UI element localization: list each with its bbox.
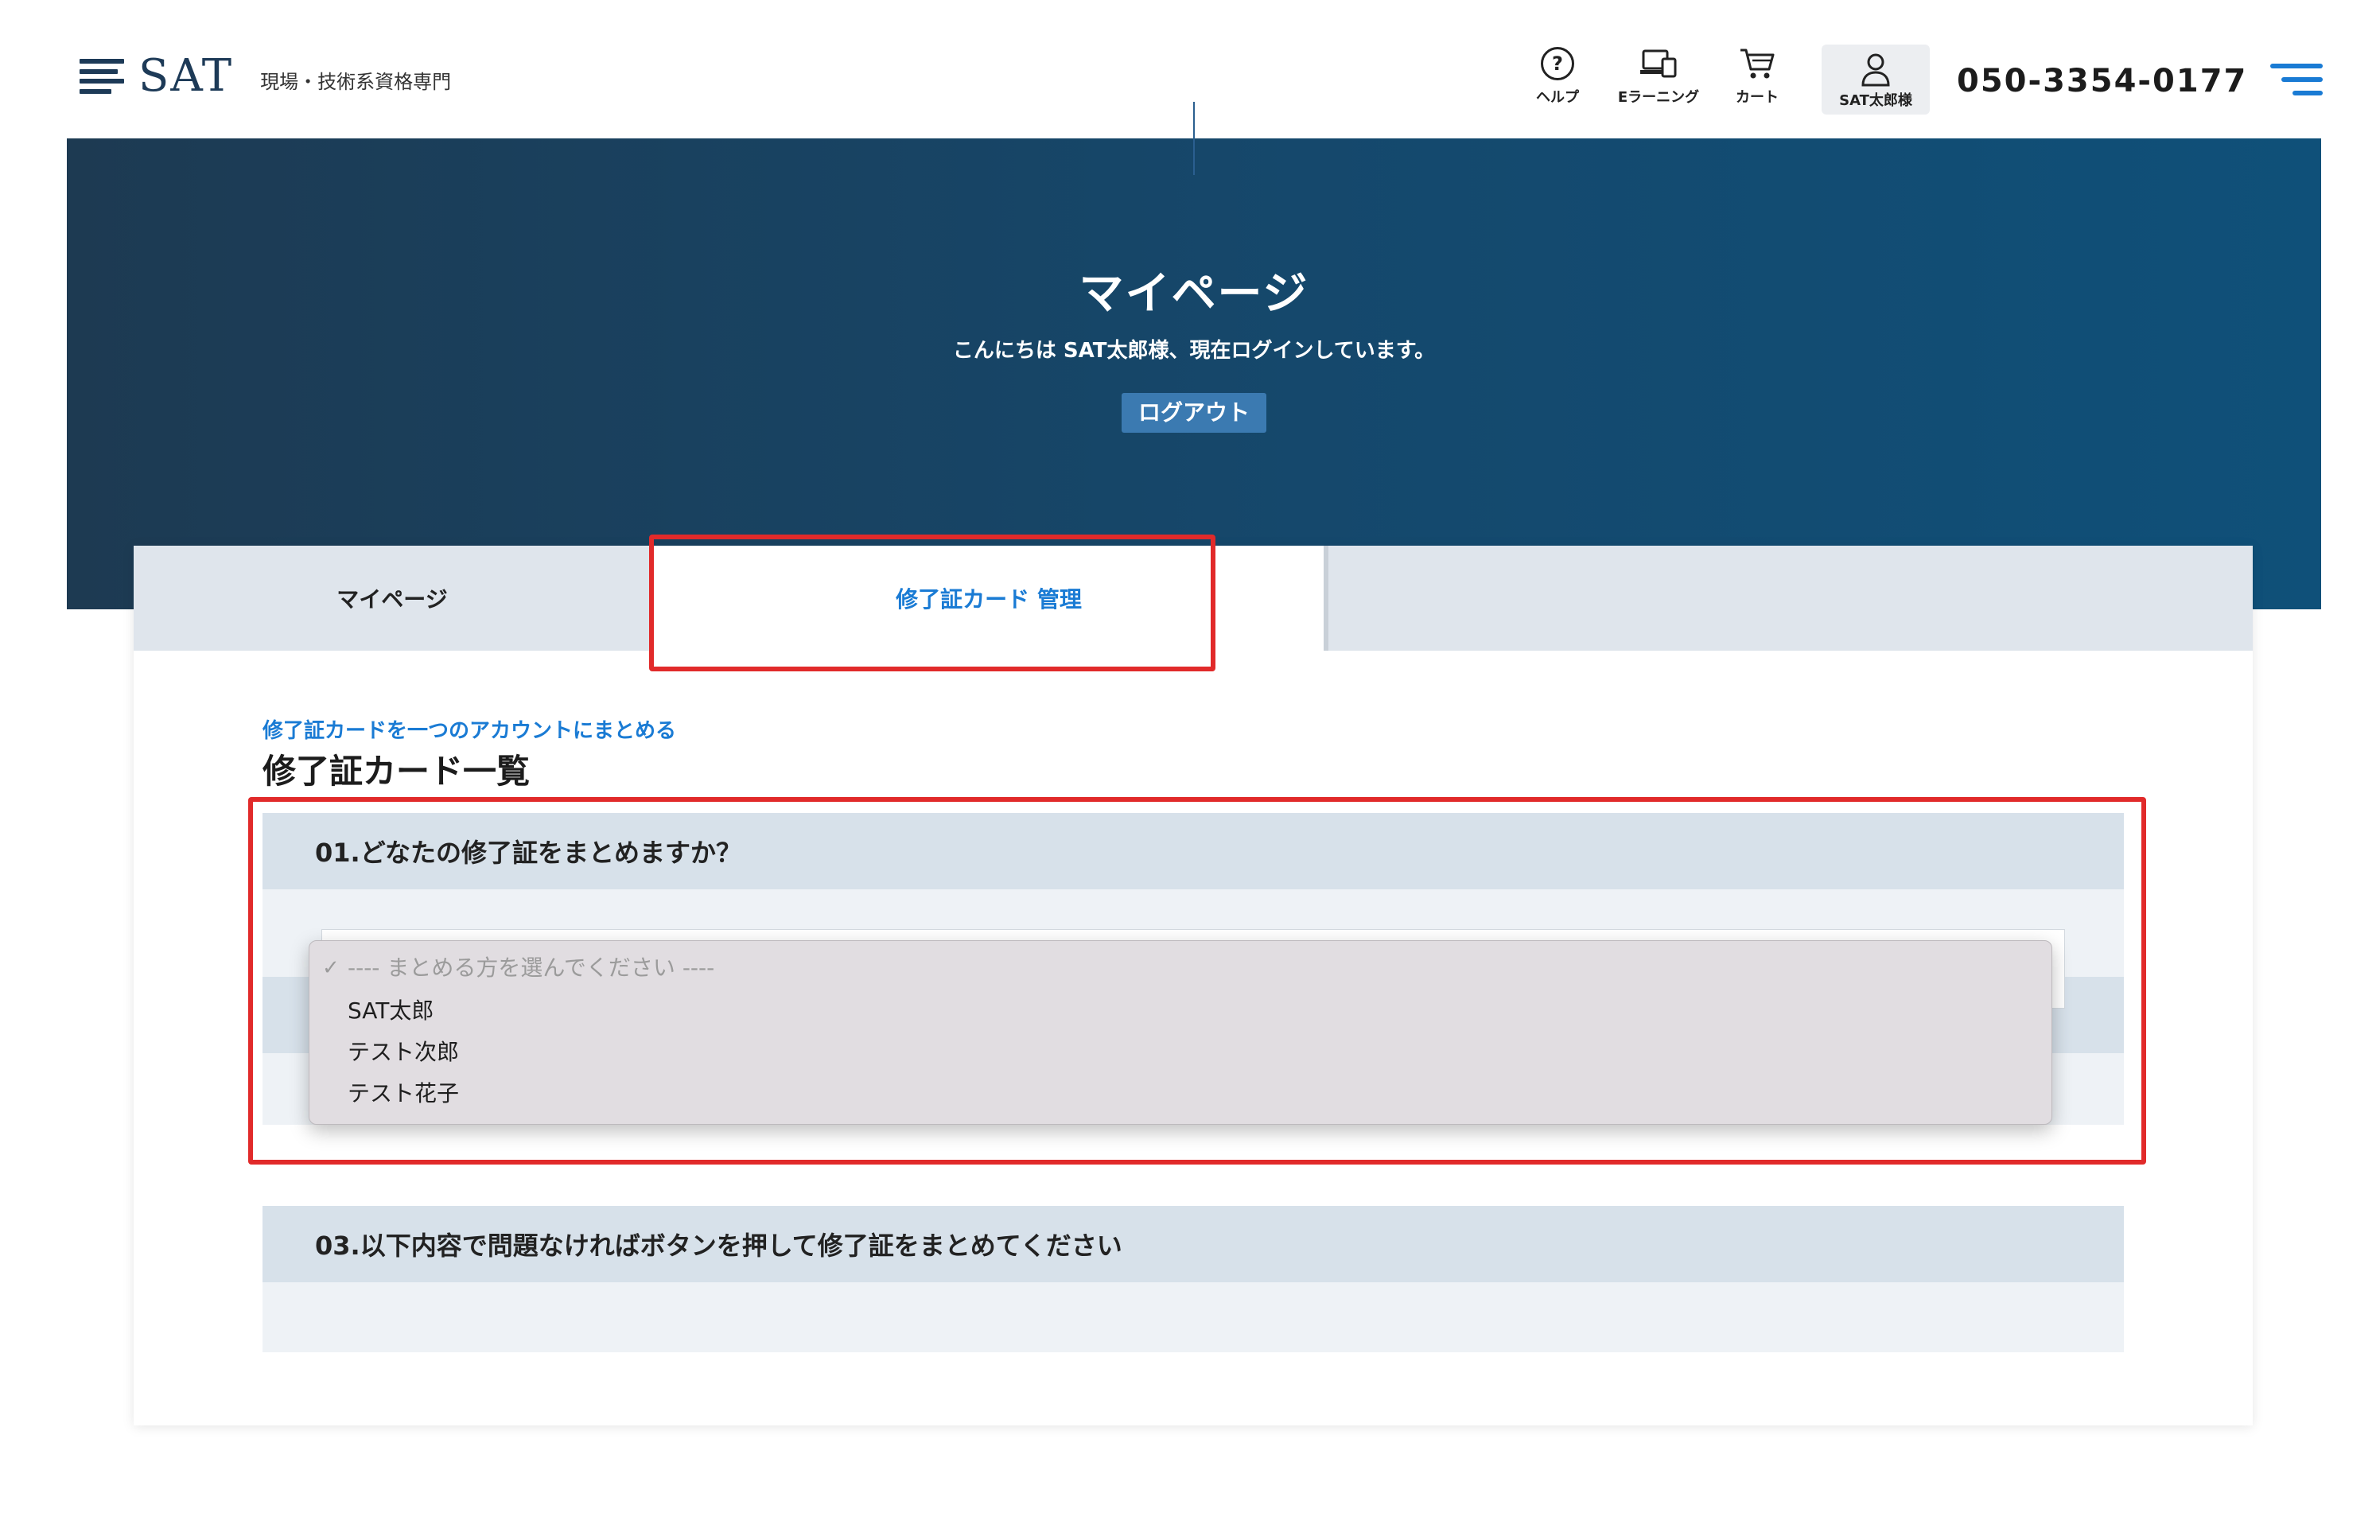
phone-number[interactable]: 050-3354-0177 (1957, 62, 2247, 100)
hero-banner: マイページ こんにちは SAT太郎様、現在ログインしています。 ログアウト (67, 138, 2321, 609)
cart-label: カート (1736, 89, 1779, 106)
logo-mark-icon (80, 59, 124, 94)
tab-separator (1324, 546, 1328, 651)
elearning-link[interactable]: Eラーニング (1607, 45, 1710, 107)
help-icon: ? (1541, 47, 1574, 80)
menu-icon-line (2281, 77, 2323, 82)
user-label: SAT太郎様 (1839, 92, 1912, 109)
user-icon (1861, 53, 1890, 87)
logo-tagline: 現場・技術系資格専門 (260, 70, 452, 93)
login-greeting: こんにちは SAT太郎様、現在ログインしています。 (952, 339, 1436, 363)
tab-bar: マイページ 修了証カード 管理 (134, 546, 2253, 651)
cart-link[interactable]: カート (1726, 45, 1788, 107)
check-icon: ✓ (322, 956, 340, 980)
menu-icon (2270, 64, 2323, 68)
tab-mypage[interactable]: マイページ (134, 546, 651, 651)
page-title: マイページ (1079, 268, 1309, 320)
merge-cards-link[interactable]: 修了証カードを一つのアカウントにまとめる (262, 714, 676, 744)
step-1-header: 01.どなたの修了証をまとめますか？ (262, 813, 2124, 889)
dropdown-option[interactable]: SAT太郎 (348, 995, 434, 1027)
help-label: ヘルプ (1536, 89, 1579, 106)
step-3-body (262, 1282, 2124, 1352)
header-divider (1193, 102, 1195, 175)
step-3-label: 03.以下内容で問題なければボタンを押して修了証をまとめてください (315, 1231, 1122, 1261)
dropdown-placeholder-text: ---- まとめる方を選んでください ---- (348, 955, 715, 981)
dropdown-option[interactable]: テスト次郎 (348, 1036, 459, 1068)
step-1-label: 01.どなたの修了証をまとめますか？ (315, 838, 742, 868)
dropdown-placeholder-option[interactable]: ✓ ---- まとめる方を選んでください ---- (322, 952, 715, 984)
logo-text: SAT (138, 50, 234, 102)
section-title: 修了証カード一覧 (262, 752, 531, 791)
person-select-dropdown[interactable]: ✓ ---- まとめる方を選んでください ---- SAT太郎 テスト次郎 テス… (309, 940, 2052, 1125)
hamburger-menu-button[interactable] (2270, 64, 2323, 95)
step-3-header: 03.以下内容で問題なければボタンを押して修了証をまとめてください (262, 1206, 2124, 1282)
tab-certificate-cards[interactable]: 修了証カード 管理 (651, 546, 1327, 651)
menu-icon-line (2292, 91, 2323, 95)
devices-icon (1640, 49, 1677, 78)
site-logo[interactable]: SAT 現場・技術系資格専門 (80, 52, 451, 100)
dropdown-option[interactable]: テスト花子 (348, 1078, 459, 1110)
cart-icon (1740, 49, 1775, 79)
user-account-button[interactable]: SAT太郎様 (1822, 45, 1930, 115)
help-link[interactable]: ? ヘルプ (1529, 45, 1586, 107)
logout-button[interactable]: ログアウト (1122, 393, 1266, 433)
elearning-label: Eラーニング (1617, 89, 1700, 106)
